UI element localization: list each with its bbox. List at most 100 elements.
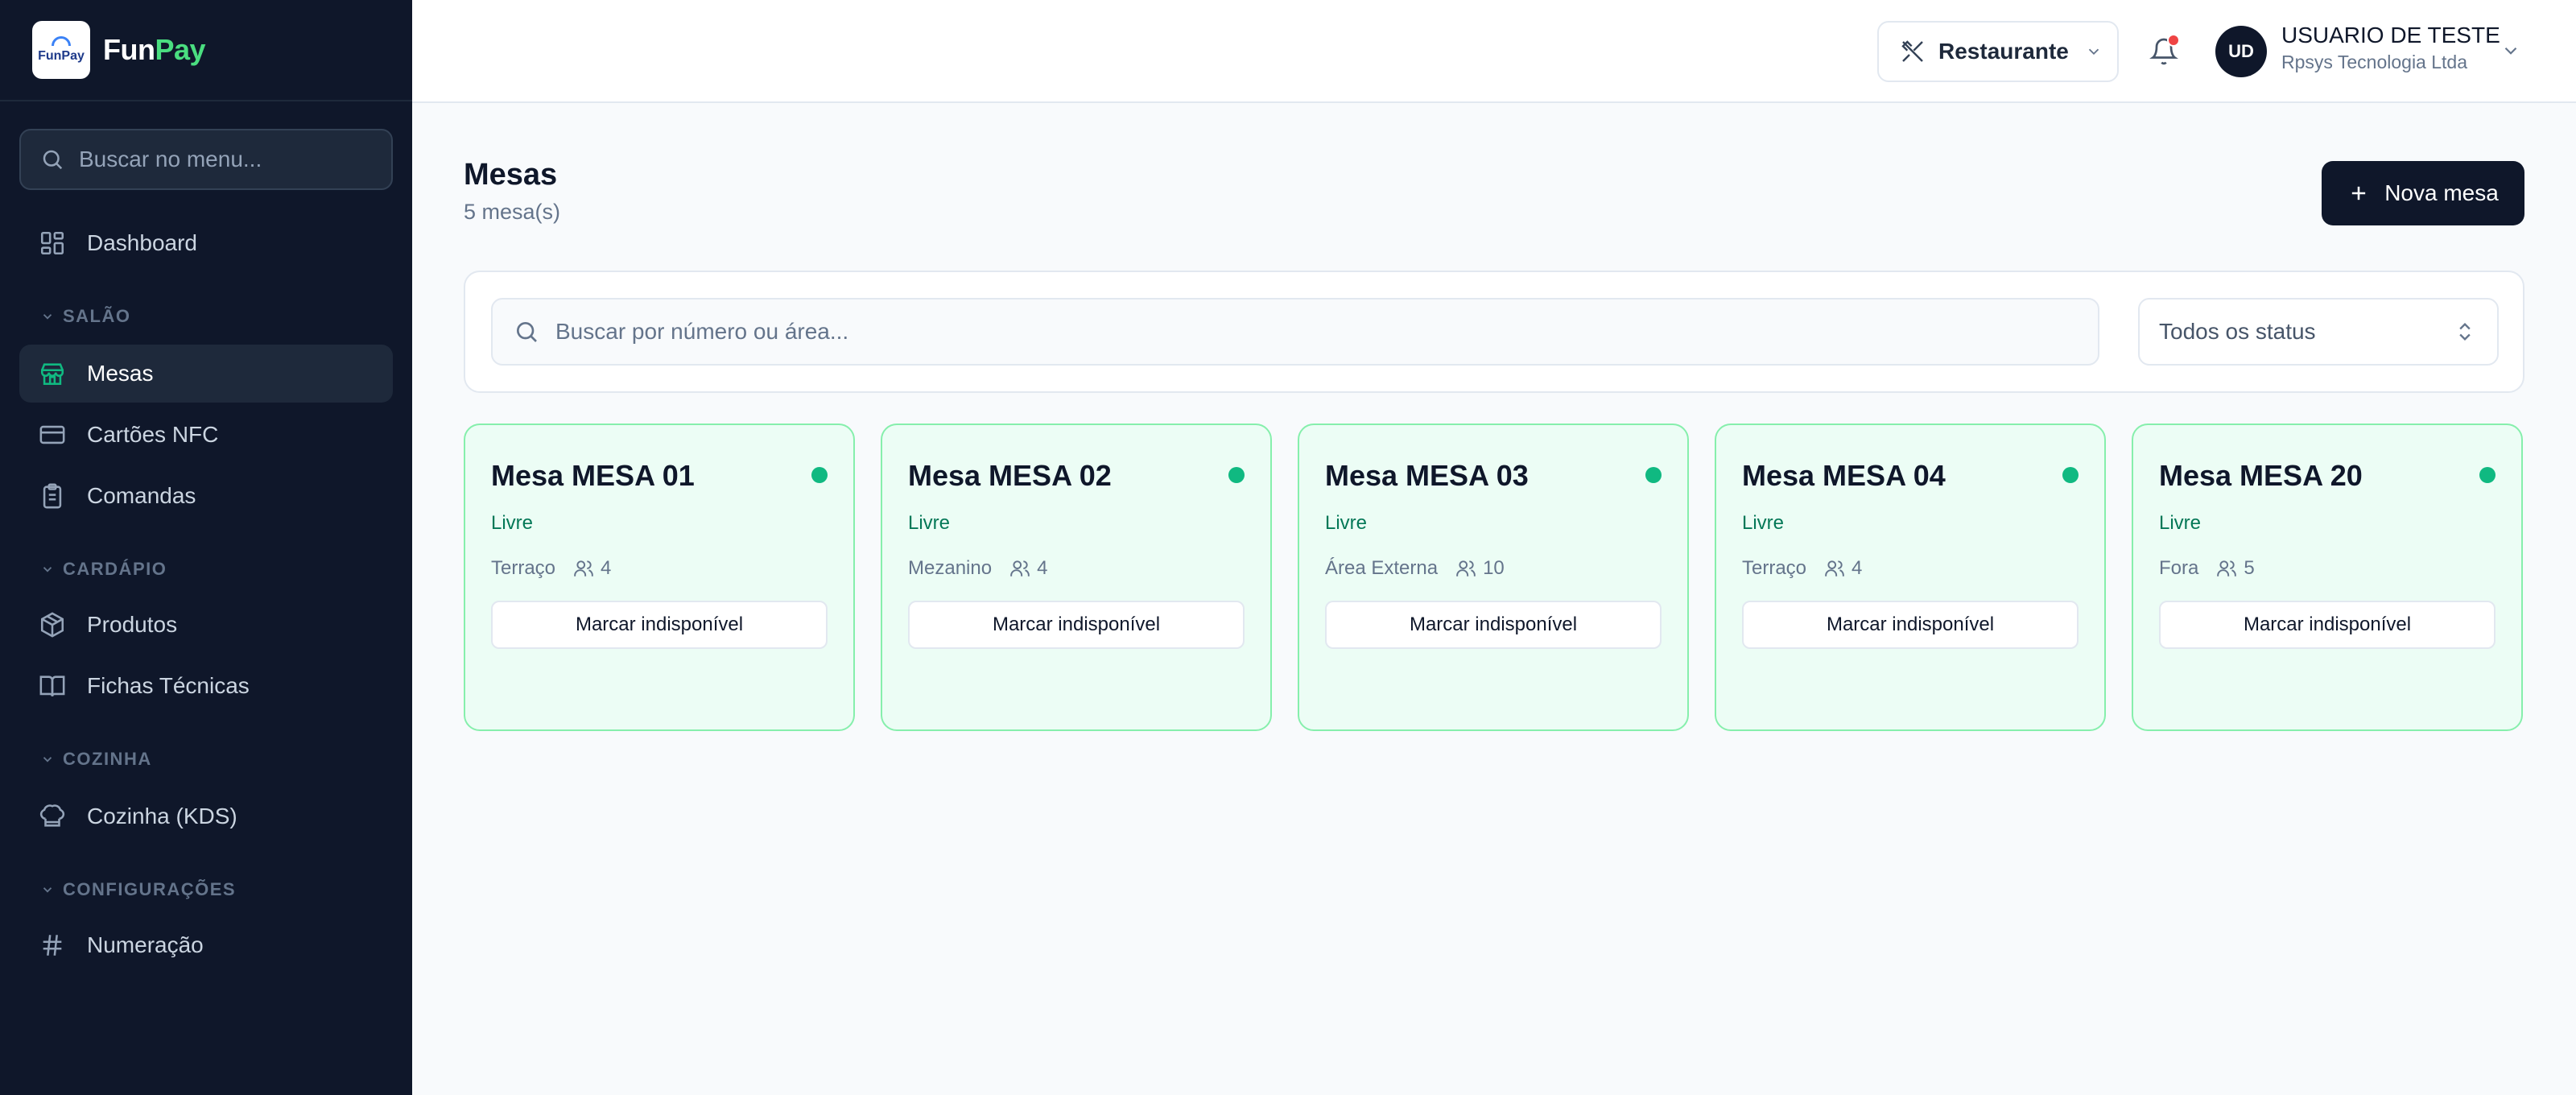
status-dot <box>811 467 828 483</box>
chevron-down-icon <box>2088 48 2099 56</box>
chevron-down-icon <box>43 887 52 893</box>
chevron-down-icon <box>43 314 52 320</box>
restaurant-mode-select[interactable]: Restaurante <box>1877 21 2119 82</box>
section-cozinha[interactable]: COZINHA <box>40 749 152 770</box>
table-area: Fora <box>2159 557 2199 579</box>
table-status: Livre <box>491 512 534 534</box>
status-dot <box>2062 467 2079 483</box>
table-capacity: 4 <box>1037 557 1048 579</box>
table-search[interactable] <box>491 298 2099 366</box>
new-table-button[interactable]: Nova mesa <box>2322 161 2524 225</box>
sidebar-item-mesas[interactable]: Mesas <box>19 345 393 403</box>
mark-unavailable-button[interactable]: Marcar indisponível <box>491 601 828 649</box>
table-meta: Terraço 4 <box>1742 557 1862 580</box>
sidebar-item-cartoes-nfc[interactable]: Cartões NFC <box>19 406 393 464</box>
table-title: Mesa MESA 20 <box>2159 459 2363 492</box>
sidebar-item-fichas-tecnicas[interactable]: Fichas Técnicas <box>19 657 393 715</box>
table-area: Terraço <box>491 557 556 579</box>
section-configuracoes[interactable]: CONFIGURAÇÕES <box>40 879 236 900</box>
search-icon <box>517 322 537 342</box>
table-meta: Fora 5 <box>2159 557 2255 580</box>
table-capacity: 10 <box>1483 557 1505 579</box>
table-count: 5 mesa(s) <box>464 200 561 224</box>
table-status: Livre <box>2159 512 2202 534</box>
table-area: Mezanino <box>908 557 993 579</box>
sidebar-item-produtos[interactable]: Produtos <box>19 596 393 654</box>
table-title: Mesa MESA 04 <box>1742 459 1946 492</box>
notification-badge <box>2167 34 2180 47</box>
sidebar-item-comandas[interactable]: Comandas <box>19 467 393 525</box>
store-icon <box>40 363 64 386</box>
table-card[interactable]: Mesa MESA 04 Livre Terraço 4 Marcar indi… <box>1715 424 2106 731</box>
sidebar-item-dashboard[interactable]: Dashboard <box>19 214 393 272</box>
table-meta: Área Externa 10 <box>1325 557 1505 580</box>
sidebar-item-label: Fichas Técnicas <box>87 673 250 698</box>
section-cardapio[interactable]: CARDÁPIO <box>40 559 167 580</box>
sidebar-item-label: Cozinha (KDS) <box>87 804 237 828</box>
table-search-input[interactable] <box>555 319 2004 345</box>
section-title-label: SALÃO <box>63 306 131 326</box>
sidebar: FunPay FunPay Dashboard SALÃO Mesas Cart… <box>0 0 412 1095</box>
table-area: Área Externa <box>1325 557 1439 579</box>
table-status: Livre <box>1742 512 1785 534</box>
brand: FunPay FunPay <box>0 0 412 101</box>
sidebar-item-cozinha-kds[interactable]: Cozinha (KDS) <box>19 787 393 845</box>
table-card[interactable]: Mesa MESA 02 Livre Mezanino 4 Marcar ind… <box>881 424 1272 731</box>
brand-name-suffix: Pay <box>155 33 206 66</box>
sidebar-item-label: Produtos <box>87 612 178 637</box>
table-status: Livre <box>908 512 951 534</box>
mark-unavailable-button[interactable]: Marcar indisponível <box>1325 601 1662 649</box>
chevron-down-icon <box>43 757 52 762</box>
table-card[interactable]: Mesa MESA 20 Livre Fora 5 Marcar indispo… <box>2132 424 2523 731</box>
section-title-label: CARDÁPIO <box>63 559 167 579</box>
sidebar-search-input[interactable] <box>79 147 385 172</box>
mark-unavailable-button[interactable]: Marcar indisponível <box>908 601 1245 649</box>
table-title: Mesa MESA 03 <box>1325 459 1529 492</box>
section-title-label: COZINHA <box>63 749 152 769</box>
user-name[interactable]: USUARIO DE TESTE <box>2281 23 2500 48</box>
book-icon <box>39 676 65 696</box>
user-menu-chevron-icon[interactable] <box>2500 40 2521 61</box>
mark-unavailable-button[interactable]: Marcar indisponível <box>2159 601 2496 649</box>
table-meta: Terraço 4 <box>491 557 611 580</box>
sidebar-item-label: Mesas <box>87 361 154 386</box>
chevrons-up-down-icon <box>2459 323 2471 341</box>
status-dot <box>1645 467 1662 483</box>
clipboard-icon <box>43 483 62 509</box>
users-icon <box>574 560 593 576</box>
tables-grid: Mesa MESA 01 Livre Terraço 4 Marcar indi… <box>464 424 2524 733</box>
table-capacity: 4 <box>1852 557 1863 579</box>
hash-icon <box>43 935 62 956</box>
package-icon <box>40 612 64 638</box>
status-dot <box>2479 467 2496 483</box>
sidebar-search[interactable] <box>19 129 393 190</box>
chevron-down-icon <box>43 567 52 572</box>
sidebar-item-numeracao[interactable]: Numeração <box>19 916 393 974</box>
table-card[interactable]: Mesa MESA 03 Livre Área Externa 10 Marca… <box>1298 424 1689 731</box>
notifications-button[interactable] <box>2145 32 2183 71</box>
sidebar-item-label: Numeração <box>87 932 204 957</box>
utensils-crossed-icon <box>1901 40 1923 62</box>
status-dot <box>1228 467 1245 483</box>
restaurant-mode-label: Restaurante <box>1938 39 2069 64</box>
sidebar-item-label: Comandas <box>87 483 196 508</box>
search-icon <box>43 150 63 170</box>
section-salao[interactable]: SALÃO <box>40 306 131 327</box>
wifi-arc-icon <box>52 36 71 46</box>
logo-text: FunPay <box>38 49 85 63</box>
status-filter-value: Todos os status <box>2159 319 2316 344</box>
page-title: Mesas <box>464 158 558 192</box>
users-icon <box>1825 560 1844 576</box>
plus-icon <box>2352 186 2366 200</box>
table-card[interactable]: Mesa MESA 01 Livre Terraço 4 Marcar indi… <box>464 424 855 731</box>
brand-name: FunPay <box>103 33 206 67</box>
status-filter-select[interactable]: Todos os status <box>2138 298 2499 366</box>
mark-unavailable-button[interactable]: Marcar indisponível <box>1742 601 2079 649</box>
users-icon <box>1010 560 1030 576</box>
user-company: Rpsys Tecnologia Ltda <box>2281 52 2467 72</box>
table-title: Mesa MESA 01 <box>491 459 695 492</box>
credit-card-icon <box>39 425 65 444</box>
avatar[interactable]: UD <box>2215 26 2267 77</box>
table-meta: Mezanino 4 <box>908 557 1047 580</box>
sidebar-item-label: Cartões NFC <box>87 422 219 447</box>
